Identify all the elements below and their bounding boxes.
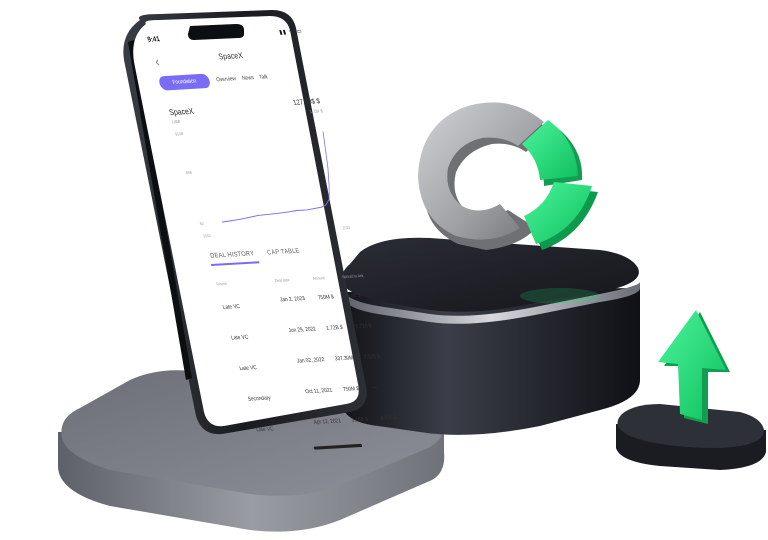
page-title: SpaceX [217, 50, 245, 62]
table-cell: 9.56 $ [346, 292, 362, 300]
table-header: Deal date [274, 277, 291, 284]
product-scene [58, 10, 766, 532]
table-cell: 750M $ [317, 294, 335, 302]
x-tick-label: 2022 [342, 226, 351, 231]
table-cell: — [371, 384, 379, 392]
table-cell: Late VC [230, 334, 250, 342]
tab-foundation-label: Foundation [171, 78, 198, 86]
company-name: SpaceX [168, 106, 195, 118]
table-cell: Late VC [222, 303, 241, 311]
tab-cap-table[interactable]: CAP TABLE [266, 248, 300, 257]
tab-news[interactable]: News [241, 75, 255, 82]
x-tick-label: 2002 [203, 234, 212, 239]
y-tick-label: $10B [175, 132, 185, 137]
tab-overview[interactable]: Overview [216, 76, 237, 83]
table-cell: Oct 11, 2021 [304, 387, 334, 396]
tab-talk[interactable]: Talk [259, 74, 269, 81]
table-cell: 337.30M $ [334, 355, 359, 363]
series-line [221, 131, 330, 223]
table-cell: 1.16B $ [350, 416, 369, 424]
table-header: Round [215, 280, 228, 287]
valuation-line-chart: $10B $5B $0 2002 2022 [175, 131, 351, 239]
table-cell: 7.026 $ [363, 353, 381, 361]
table-cell: 750M $ [342, 386, 360, 394]
table-cell: Apr 12, 2021 [313, 418, 342, 426]
status-icons: ▮▮ ◠ ▭ [278, 28, 304, 37]
y-tick-label: $5B [185, 171, 193, 176]
table-cell: 6.716 $ [354, 323, 373, 331]
stage-label: Late [171, 118, 182, 126]
table-cell: Jun 29, 2022 [287, 326, 317, 335]
table-cell: Late VC [238, 365, 258, 373]
status-time: 9:41 [146, 35, 161, 44]
table-cell: 1.72B $ [325, 324, 344, 332]
table-cell: Late VC [255, 426, 275, 434]
deal-history-underline [210, 261, 260, 266]
home-indicator[interactable] [313, 443, 363, 450]
table-cell: Secondary [247, 395, 272, 403]
tab-deal-history[interactable]: DEAL HISTORY [210, 250, 256, 260]
table-cell: Jan 02, 2022 [296, 356, 326, 365]
table-cell: 8.696 $ [380, 414, 398, 422]
share-price: 127.00$ $ [292, 98, 322, 107]
table-header: Spread to Ask [341, 272, 365, 280]
tab-foundation[interactable]: Foundation [157, 73, 212, 91]
y-tick-label: $0 [199, 222, 204, 226]
table-header: Amount [311, 275, 326, 281]
table-cell: Jan 2, 2023 [279, 295, 306, 304]
price-change: 1.72# $ [309, 108, 324, 115]
donut-chart-icon [418, 102, 598, 250]
